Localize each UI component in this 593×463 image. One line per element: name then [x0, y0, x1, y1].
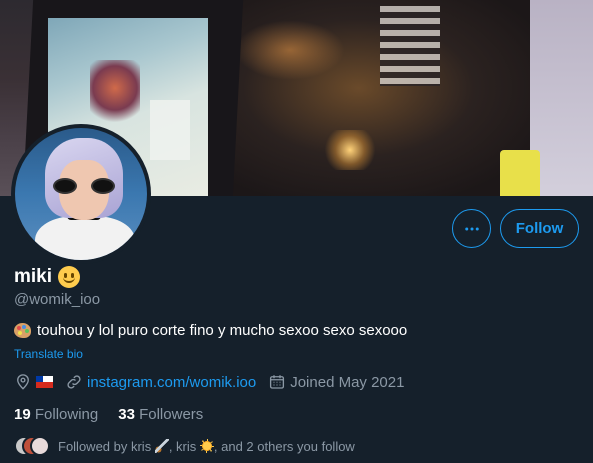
website-link[interactable]: instagram.com/womik.ioo [87, 374, 256, 391]
following-link[interactable]: 19 Following [14, 406, 98, 423]
banner-ram-slots [380, 6, 440, 86]
sun-emoji-icon [199, 438, 214, 453]
link-icon [67, 375, 81, 389]
banner-glow [235, 20, 345, 80]
follower-avatar [30, 436, 50, 456]
name-row: miki [14, 266, 81, 288]
follow-stats: 19 Following 33 Followers [14, 406, 203, 423]
joined-item: Joined May 2021 [268, 373, 404, 391]
chile-flag-icon [36, 376, 53, 388]
bio-text: touhou y lol puro corte fino y mucho sex… [37, 322, 408, 339]
profile-bio: touhou y lol puro corte fino y mucho sex… [14, 322, 407, 339]
more-dots-icon [464, 227, 479, 230]
banner-screen-figure [90, 60, 140, 130]
location-pin-icon [17, 374, 29, 390]
followed-by-middle: , kris [168, 438, 197, 454]
followed-by-suffix: , and 2 others you follow [213, 438, 355, 454]
followed-by-row[interactable]: Followed by kris , kris , and 2 others y… [14, 436, 355, 456]
profile-avatar[interactable] [11, 124, 151, 264]
more-options-button[interactable] [452, 209, 491, 248]
location-item [14, 373, 53, 391]
followed-by-prefix: Followed by kris [58, 438, 152, 454]
dagger-emoji-icon [154, 438, 169, 453]
website-item: instagram.com/womik.ioo [65, 373, 256, 391]
user-handle: @womik_ioo [14, 291, 101, 308]
joined-date: Joined May 2021 [290, 373, 405, 391]
translate-bio-link[interactable]: Translate bio [14, 347, 83, 361]
followers-count: 33 [118, 406, 135, 423]
followers-link[interactable]: 33 Followers [118, 406, 203, 423]
followers-label: Followers [139, 406, 204, 423]
banner-yellow-object [500, 150, 540, 196]
followed-by-text: Followed by kris , kris , and 2 others y… [58, 438, 355, 454]
avatar-body [35, 216, 135, 260]
followed-by-avatars [14, 436, 50, 456]
display-name: miki [14, 266, 53, 287]
banner-screen-window [150, 100, 190, 160]
calendar-icon [270, 375, 285, 389]
smiling-face-emoji-icon [58, 266, 81, 288]
profile-meta: instagram.com/womik.ioo Joined May 2021 [14, 373, 416, 391]
following-count: 19 [14, 406, 31, 423]
avatar-sunglasses [53, 178, 115, 194]
banner-light [320, 130, 380, 170]
artist-palette-emoji-icon [14, 323, 31, 338]
following-label: Following [34, 406, 99, 423]
follow-button[interactable]: Follow [500, 209, 579, 248]
